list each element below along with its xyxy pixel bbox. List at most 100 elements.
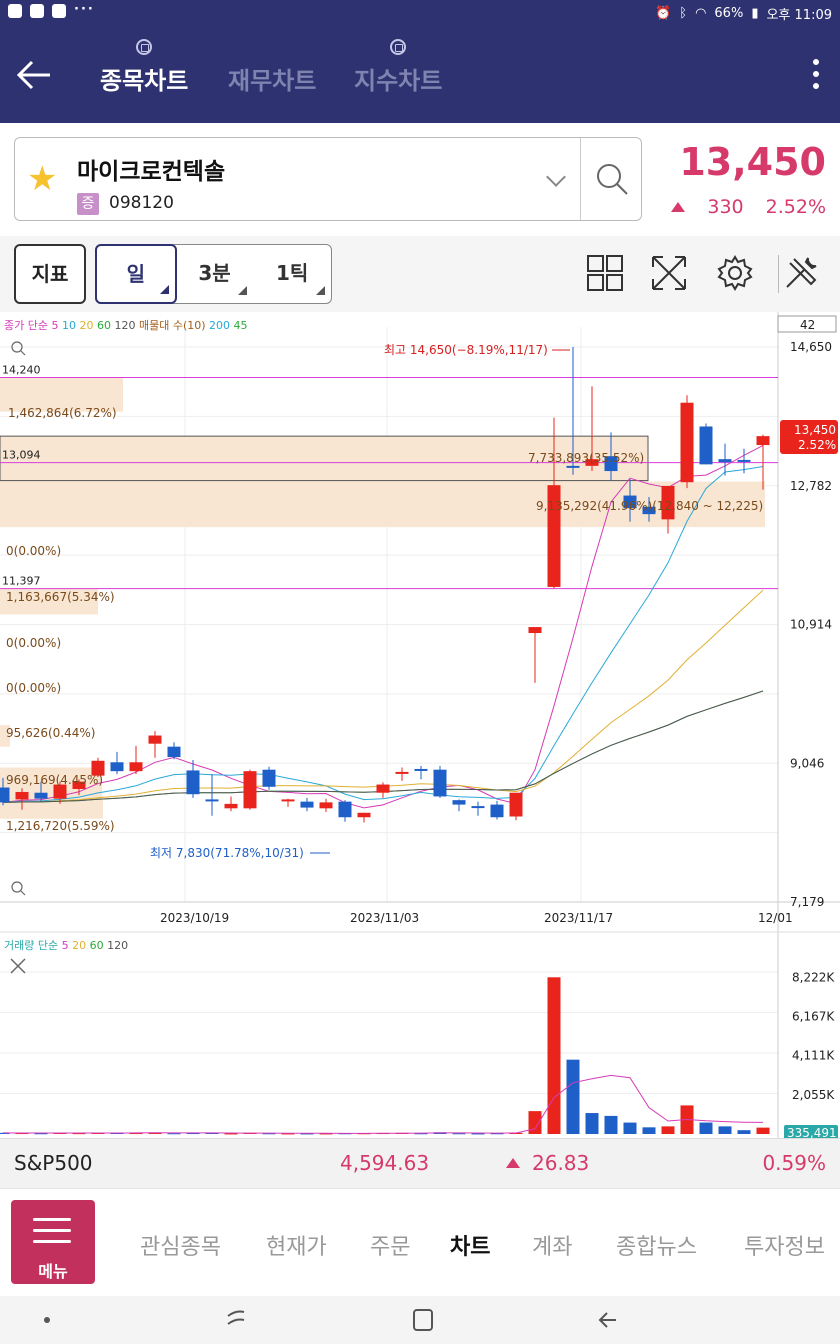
current-price-tag-label: 13,450 [794,423,836,437]
volume-bar [756,1127,770,1134]
candle-body [300,801,314,808]
tab-badge-icon [390,39,407,55]
more-notifications-icon: ··· [74,2,95,17]
candle-body [699,426,713,465]
nav-order[interactable]: 주문 [370,1229,410,1261]
legend-label: 종가 단순 [4,319,51,332]
tab-index-chart[interactable]: 지수차트 [354,39,442,96]
candle-body [148,735,162,744]
more-vert-icon[interactable] [812,55,820,95]
volume-profile-label: 7,733,893(35.52%) [528,451,644,465]
settings-gear-icon[interactable] [716,254,754,292]
candle-body [756,436,770,446]
candle-body [452,800,466,805]
tab-badge-icon [136,39,153,55]
candle-body [395,771,409,774]
nav-current-price[interactable]: 현재가 [266,1229,327,1261]
tab-financial-chart[interactable]: 재무차트 [228,61,316,96]
legend-ma-period: 60 [97,319,115,332]
app-bar: 종목차트 재무차트 지수차트 [0,25,840,123]
stock-selector[interactable]: ★ 마이크로컨텍솔 증 098120 [14,137,642,221]
volume-profile-label: 1,163,667(5.34%) [6,590,115,604]
candle-body [566,465,580,468]
volume-bar [604,1115,618,1134]
candle-body [490,804,504,818]
legend-ma-period: 5 [51,319,62,332]
period-3min-button[interactable]: 3분 [176,245,254,303]
volume-profile-label: 0(0.00%) [6,544,61,558]
tools-icon[interactable] [782,254,820,292]
stock-code: 098120 [109,193,174,213]
candle-body [737,459,751,462]
image-notification-icon [30,4,44,18]
market-badge: 증 [77,193,99,215]
candle-body [186,770,200,795]
candle-body [205,799,219,802]
candle-body [357,812,371,818]
recents-icon[interactable] [227,1310,245,1325]
legend-ma-period: 120 [114,319,139,332]
candle-body [528,627,542,634]
favorite-star-icon[interactable]: ★ [27,162,57,196]
index-change-percent: 0.59% [762,1151,826,1175]
fullscreen-icon[interactable] [650,254,688,292]
nav-news[interactable]: 종합뉴스 [616,1229,697,1261]
corner-triangle-icon [316,286,326,295]
menu-button[interactable]: 메뉴 [11,1200,95,1284]
volume-profile-label: 0(0.00%) [6,681,61,695]
candle-body [15,791,29,800]
candle-body [262,769,276,787]
legend-ma-period: 60 [90,939,108,952]
hamburger-icon [33,1218,71,1251]
tab-stock-chart[interactable]: 종목차트 [100,39,188,96]
chat-notification-icon [8,4,22,18]
bluetooth-icon: ᛒ [679,6,688,21]
volume-bar [642,1127,656,1134]
candle-body [167,746,181,758]
volume-bar [547,977,561,1134]
price-tick-label: 10,914 [790,618,832,632]
volume-tick-label: 4,111K [792,1049,835,1063]
legend-ma-period: 20 [72,939,90,952]
legend-ma-period: 10 [62,319,80,332]
home-icon[interactable] [413,1309,433,1331]
stock-name: 마이크로컨텍솔 [77,159,226,185]
candle-body [110,762,124,772]
legend-extra-value: 45 [234,319,248,332]
search-icon[interactable] [595,162,629,196]
up-triangle-icon [671,202,686,212]
nav-invest-info[interactable]: 투자정보 [744,1229,825,1261]
change-percent: 2.52% [765,196,826,218]
nav-chart[interactable]: 차트 [450,1229,490,1261]
volume-bar [528,1111,542,1134]
candle-body [471,806,485,809]
current-price: 13,450 [679,140,826,184]
grid-layout-icon[interactable] [586,254,624,292]
candle-body [338,801,352,818]
volume-legend: 거래량 단순 5 20 60 120 [4,939,128,952]
index-ticker[interactable]: S&P500 4,594.63 26.83 0.59% [0,1138,840,1188]
back-nav-icon[interactable] [598,1312,616,1328]
candle-body [281,799,295,802]
legend-ma-period: 20 [79,319,97,332]
indicator-button[interactable]: 지표 [14,244,86,304]
legend-label: 거래량 단순 [4,939,62,952]
chart-area[interactable]: 14,650 12,782 10,914 9,046 7,179 8,222K 6,167K… [0,312,840,1138]
index-change: 26.83 [506,1151,589,1175]
back-arrow-icon[interactable] [16,57,52,93]
facebook-notification-icon [52,4,66,18]
chart-toolbar: 지표 일 3분 1틱 [0,236,840,312]
volume-tick-label: 8,222K [792,970,835,984]
period-1tick-button[interactable]: 1틱 [253,245,331,303]
volume-profile-label: 0(0.00%) [6,636,61,650]
price-change: 330 2.52% [671,196,826,218]
chevron-down-icon[interactable] [546,167,566,187]
nav-account[interactable]: 계좌 [532,1229,572,1261]
nav-watchlist[interactable]: 관심종목 [140,1229,221,1261]
candle-body [129,762,143,772]
candle-body [509,792,523,817]
legend-ma-period: 120 [107,939,128,952]
price-tick-label: 9,046 [790,756,824,770]
period-daily-button[interactable]: 일 [95,244,177,304]
volume-bar [585,1113,599,1134]
